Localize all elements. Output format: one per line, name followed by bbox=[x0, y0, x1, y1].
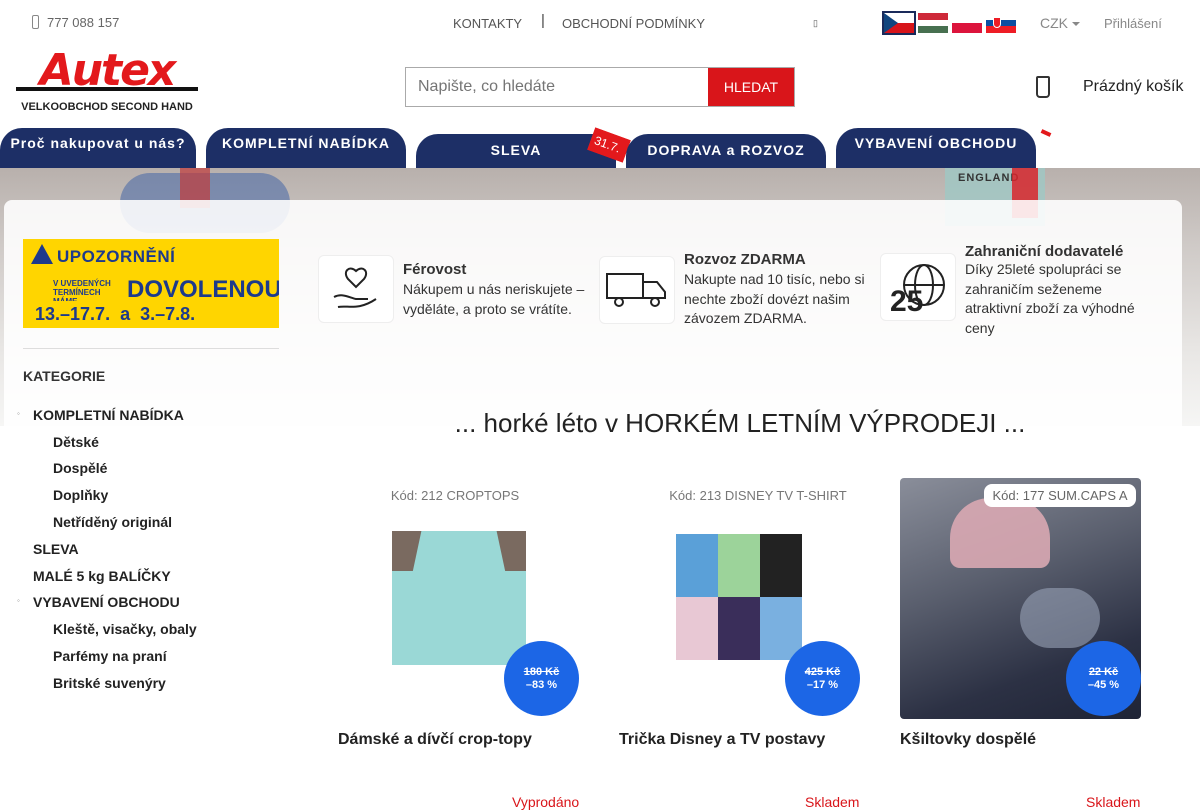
holiday-banner[interactable]: UPOZORNĚNÍ V UVEDENÝCH TERMÍNECH MÁME DO… bbox=[23, 239, 279, 328]
decor-dash bbox=[1040, 129, 1052, 137]
discount-badge: 425 Kč –17 % bbox=[785, 641, 860, 716]
product-image[interactable] bbox=[392, 531, 526, 665]
feature-fairness: Férovost Nákupem u nás neriskujete – vyd… bbox=[318, 255, 593, 325]
banner-headline: UPOZORNĚNÍ bbox=[23, 239, 279, 275]
discount-badge: 22 Kč –45 % bbox=[1066, 641, 1141, 716]
truck-icon bbox=[599, 256, 675, 324]
search-input[interactable] bbox=[406, 68, 708, 106]
cart-label[interactable]: Prázdný košík bbox=[1083, 78, 1183, 96]
category-shop-equipment[interactable]: VYBAVENÍ OBCHODU bbox=[33, 594, 180, 610]
logo-subtitle: VELKOOBCHOD SECOND HAND bbox=[21, 101, 193, 113]
category-souvenirs[interactable]: Britské suvenýry bbox=[53, 675, 166, 691]
search-button[interactable]: HLEDAT bbox=[708, 68, 794, 106]
discount-percent: –83 % bbox=[525, 679, 558, 691]
old-price: 180 Kč bbox=[523, 666, 560, 678]
nav-sale-label: SLEVA bbox=[490, 142, 542, 158]
category-complete-offer[interactable]: KOMPLETNÍ NABÍDKA bbox=[33, 407, 184, 423]
bullet-icon: ◦ bbox=[17, 409, 20, 418]
logo-underline bbox=[16, 87, 198, 91]
discount-percent: –45 % bbox=[1087, 679, 1120, 691]
product-name[interactable]: Kšiltovky dospělé bbox=[900, 731, 1036, 749]
category-accessories[interactable]: Doplňky bbox=[53, 487, 108, 503]
login-link[interactable]: Přihlášení bbox=[1104, 16, 1162, 31]
product-image[interactable] bbox=[676, 534, 802, 660]
placeholder-icon: ▯ bbox=[813, 18, 818, 28]
bullet-icon: ◦ bbox=[17, 596, 20, 605]
cart-icon[interactable] bbox=[1036, 76, 1050, 98]
feature-desc: Nákupem u nás neriskujete – vyděláte, a … bbox=[403, 281, 585, 317]
nav-why-buy-label: Proč nakupovat u nás? bbox=[10, 135, 186, 151]
banner-big: DOVOLENOU bbox=[127, 276, 279, 303]
flag-cz-icon[interactable] bbox=[882, 11, 916, 35]
link-obchodni-podminky[interactable]: OBCHODNÍ PODMÍNKY bbox=[562, 16, 705, 31]
old-price: 425 Kč bbox=[804, 666, 841, 678]
search-bar: HLEDAT bbox=[405, 67, 795, 107]
nav-shop-equipment-label: VYBAVENÍ OBCHODU bbox=[854, 135, 1018, 151]
discount-percent: –17 % bbox=[806, 679, 839, 691]
category-tags[interactable]: Kleště, visačky, obaly bbox=[53, 621, 197, 637]
feature-title: Férovost bbox=[403, 261, 467, 278]
phone-icon bbox=[32, 15, 39, 29]
discount-badge: 180 Kč –83 % bbox=[504, 641, 579, 716]
product-code: Kód: 213 DISNEY TV T-SHIRT bbox=[669, 488, 847, 503]
language-flags bbox=[882, 11, 1016, 35]
phone-number: 777 088 157 bbox=[47, 15, 120, 30]
banner-dates: 13.–17.7. a 3.–7.8. bbox=[23, 301, 279, 328]
product-name[interactable]: Trička Disney a TV postavy bbox=[619, 731, 825, 749]
product-code: Kód: 212 CROPTOPS bbox=[390, 488, 520, 503]
flag-hu-icon[interactable] bbox=[918, 13, 948, 33]
category-unsorted[interactable]: Netříděný originál bbox=[53, 514, 172, 530]
nav-delivery-label: DOPRAVA a ROZVOZ bbox=[647, 142, 805, 158]
old-price: 22 Kč bbox=[1088, 666, 1119, 678]
category-adults[interactable]: Dospělé bbox=[53, 460, 107, 476]
availability: Skladem bbox=[1086, 794, 1141, 810]
product-name[interactable]: Dámské a dívčí crop-topy bbox=[338, 731, 532, 749]
category-perfumes[interactable]: Parfémy na praní bbox=[53, 648, 167, 664]
product-code: Kód: 177 SUM.CAPS A bbox=[984, 484, 1136, 507]
feature-suppliers: 25 Zahraniční dodavatelé Díky 25leté spo… bbox=[880, 243, 1160, 339]
availability: Vyprodáno bbox=[512, 794, 580, 810]
feature-desc: Díky 25leté spolupráci se zahraničím sež… bbox=[965, 261, 1135, 336]
sale-heading: ... horké léto v HORKÉM LETNÍM VÝPRODEJI… bbox=[454, 408, 1026, 438]
logo[interactable]: Autex VELKOOBCHOD SECOND HAND bbox=[16, 45, 198, 122]
top-separator: | bbox=[541, 12, 545, 29]
availability: Skladem bbox=[805, 794, 860, 810]
feature-delivery: Rozvoz ZDARMA Nakupte nad 10 tisíc, nebo… bbox=[599, 251, 874, 333]
phone-contact[interactable]: 777 088 157 bbox=[32, 15, 119, 30]
feature-title: Zahraniční dodavatelé bbox=[965, 243, 1124, 260]
categories-heading: KATEGORIE bbox=[23, 368, 106, 384]
hero-england-text: ENGLAND bbox=[958, 172, 1020, 184]
hand-heart-icon bbox=[318, 255, 394, 323]
feature-desc: Nakupte nad 10 tisíc, nebo si nechte zbo… bbox=[684, 271, 865, 326]
category-sale[interactable]: SLEVA bbox=[33, 541, 79, 557]
top-bar: 777 088 157 KONTAKTY | OBCHODNÍ PODMÍNKY… bbox=[0, 0, 1200, 48]
link-kontakty[interactable]: KONTAKTY bbox=[453, 16, 522, 31]
flag-pl-icon[interactable] bbox=[952, 13, 982, 33]
warning-icon bbox=[31, 244, 53, 264]
category-kids[interactable]: Dětské bbox=[53, 434, 99, 450]
flag-sk-icon[interactable] bbox=[986, 13, 1016, 33]
sidebar-divider bbox=[23, 348, 279, 349]
currency-select[interactable]: CZK bbox=[1040, 15, 1080, 31]
globe-25-icon: 25 bbox=[880, 253, 956, 321]
nav-complete-offer-label: KOMPLETNÍ NABÍDKA bbox=[222, 135, 390, 151]
globe-25-number: 25 bbox=[890, 285, 923, 315]
logo-wordmark: Autex bbox=[39, 45, 177, 96]
category-small-packs[interactable]: MALÉ 5 kg BALÍČKY bbox=[33, 568, 171, 584]
feature-title: Rozvoz ZDARMA bbox=[684, 251, 806, 268]
